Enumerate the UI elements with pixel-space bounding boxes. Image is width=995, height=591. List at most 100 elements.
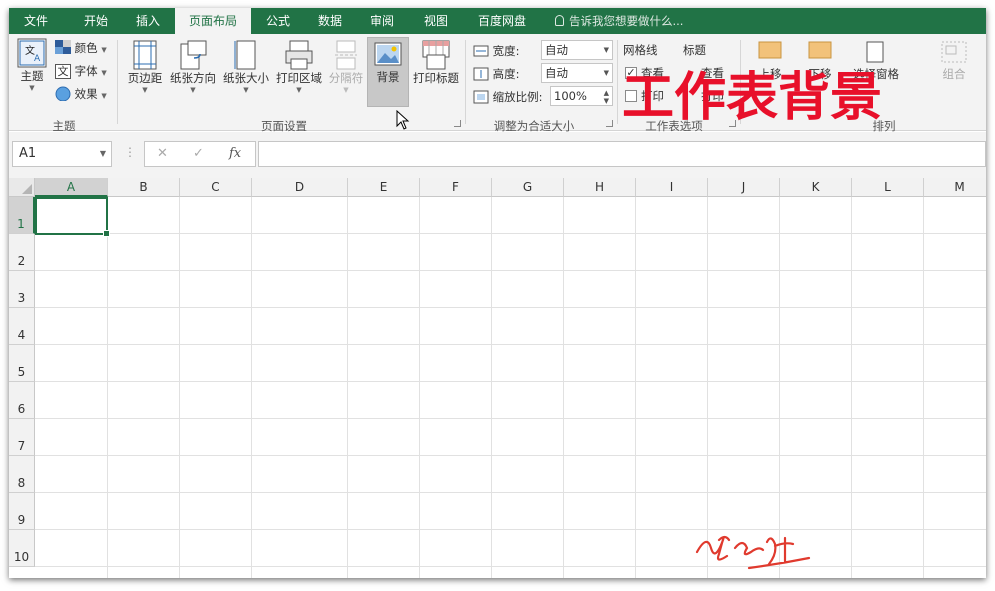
row-number: 7 [17,439,26,453]
row-gridline [35,381,986,382]
height-icon [473,67,489,81]
send-backward-icon [808,41,832,59]
chevron-down-icon: ▼ [29,84,35,92]
height-label: 高度: [473,66,520,82]
page-setup-dialog-launcher[interactable] [454,120,461,127]
column-header-f[interactable]: F [420,178,492,197]
row-number: 8 [17,476,26,490]
column-gridline [347,197,348,578]
scale-spinner[interactable]: 100% ▲ ▼ [550,86,613,106]
height-dropdown[interactable]: 自动 ▼ [541,63,613,83]
column-header-g[interactable]: G [492,178,564,197]
margins-button[interactable]: 页边距 ▼ [123,40,167,94]
worksheet-grid[interactable]: A B C D E F G H I J K L M 1 2 3 4 5 6 7 8 9 10 [9,178,986,578]
column-header-a[interactable]: A [35,178,108,197]
tab-home[interactable]: 开始 [71,8,121,34]
row-number: 6 [17,402,26,416]
drag-handle-icon[interactable]: ⋮ [124,145,136,159]
row-number: 1 [17,217,25,231]
background-button[interactable]: 背景 [367,37,409,107]
column-header-k[interactable]: K [780,178,852,197]
row-header-7[interactable]: 7 [9,419,35,456]
tab-view[interactable]: 视图 [411,8,461,34]
scale-label: 缩放比例: [473,89,543,105]
tab-data[interactable]: 数据 [305,8,355,34]
tab-formulas[interactable]: 公式 [253,8,303,34]
active-cell-a1[interactable] [35,197,110,237]
tell-me-box[interactable]: 告诉我您想要做什么... [555,8,683,34]
background-label: 背景 [376,70,400,84]
column-gridline [563,197,564,578]
column-header-d[interactable]: D [252,178,348,197]
excel-window: 文件 开始 插入 页面布局 公式 数据 审阅 视图 百度网盘 告诉我您想要做什么… [9,8,986,578]
name-box[interactable]: A1 ▼ [12,141,112,167]
column-header-j[interactable]: J [708,178,780,197]
background-image-icon [374,42,402,66]
colors-button[interactable]: 颜色 ▼ [55,40,107,56]
enter-icon[interactable]: ✓ [193,146,204,161]
formula-actions: ✕ ✓ fx [144,141,256,167]
select-all-button[interactable] [9,178,35,197]
print-titles-button[interactable]: 打印标题 [410,40,462,86]
orientation-button[interactable]: 纸张方向 ▼ [167,40,219,94]
formula-input[interactable] [258,141,986,167]
print-titles-label: 打印标题 [413,71,459,85]
row-header-6[interactable]: 6 [9,382,35,419]
print-area-button[interactable]: 打印区域 ▼ [273,40,325,94]
column-header-i[interactable]: I [636,178,708,197]
tab-baidu-netdisk[interactable]: 百度网盘 [469,8,535,34]
group-objects-label: 组合 [942,67,966,81]
chevron-down-icon: ▼ [142,86,148,94]
cancel-icon[interactable]: ✕ [157,146,168,161]
tab-page-layout[interactable]: 页面布局 [175,8,251,35]
row-gridline [35,344,986,345]
tab-file[interactable]: 文件 [11,8,61,34]
row-header-2[interactable]: 2 [9,234,35,271]
group-objects-button[interactable]: 组合 [929,40,979,82]
row-number: 9 [17,513,26,527]
tab-review[interactable]: 审阅 [357,8,407,34]
breaks-label: 分隔符 [328,71,364,85]
tab-insert[interactable]: 插入 [123,8,173,34]
column-header-l[interactable]: L [852,178,924,197]
column-header-e[interactable]: E [348,178,420,197]
row-number: 4 [17,328,26,342]
insert-function-icon[interactable]: fx [229,146,241,161]
row-header-5[interactable]: 5 [9,345,35,382]
mouse-cursor-icon [396,110,410,130]
effects-button[interactable]: 效果 ▼ [55,86,107,102]
column-gridline [251,197,252,578]
row-header-10[interactable]: 10 [9,530,35,567]
chevron-down-icon: ▼ [190,86,196,94]
row-number: 10 [13,550,30,564]
column-header-h[interactable]: H [564,178,636,197]
svg-text:A: A [34,54,41,64]
column-header-b[interactable]: B [108,178,180,197]
effects-icon [55,86,71,102]
themes-label: 主题 [20,69,44,83]
row-header-4[interactable]: 4 [9,308,35,345]
width-dropdown[interactable]: 自动 ▼ [541,40,613,60]
column-header-m[interactable]: M [924,178,986,197]
row-gridline [35,418,986,419]
row-header-8[interactable]: 8 [9,456,35,493]
effects-label: 效果 [74,87,98,101]
margins-icon [133,40,157,70]
column-gridline [179,197,180,578]
signature-image [695,535,811,570]
row-header-1[interactable]: 1 [9,197,35,234]
fonts-button[interactable]: 文 字体 ▼ [55,63,107,79]
size-button[interactable]: 纸张大小 ▼ [220,40,272,94]
column-gridline [851,197,852,578]
row-header-9[interactable]: 9 [9,493,35,530]
row-gridline [35,566,986,567]
row-header-3[interactable]: 3 [9,271,35,308]
print-area-label: 打印区域 [276,71,322,85]
scale-dialog-launcher[interactable] [606,120,613,127]
themes-button[interactable]: 文 A 主题 ▼ [13,38,51,92]
column-header-c[interactable]: C [180,178,252,197]
breaks-button[interactable]: 分隔符 ▼ [326,40,366,94]
group-objects-icon [941,41,967,63]
print-area-icon [285,40,313,70]
formula-bar: A1 ▼ ⋮ ✕ ✓ fx [9,132,986,178]
